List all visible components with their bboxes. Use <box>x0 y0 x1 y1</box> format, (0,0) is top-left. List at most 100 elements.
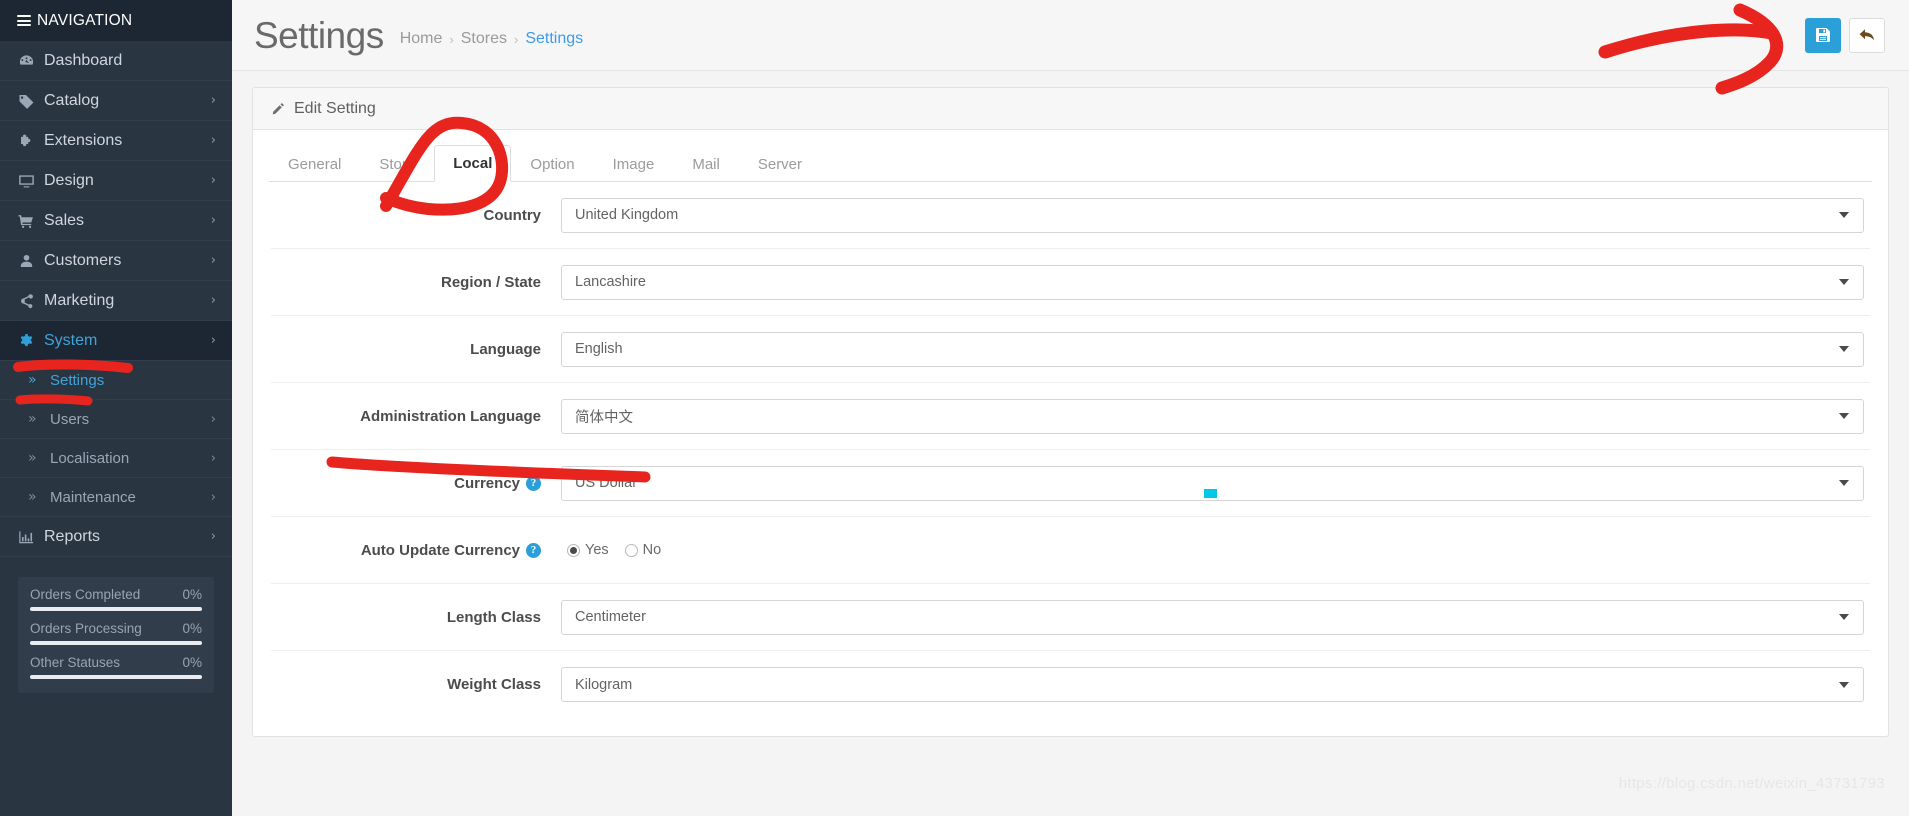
sidebar-item-label: Sales <box>44 211 85 229</box>
sidebar-item-label: Dashboard <box>44 51 123 69</box>
save-button[interactable] <box>1805 17 1841 53</box>
navigation-header[interactable]: NAVIGATION <box>0 0 232 41</box>
tab-option[interactable]: Option <box>511 146 593 182</box>
chevron-down-icon <box>1839 614 1849 620</box>
breadcrumb-item[interactable]: Home <box>400 30 443 48</box>
stat-progress-bar <box>30 607 202 611</box>
form-row-administration-language: Administration Language 简体中文 <box>271 383 1870 450</box>
sidebar-item-dashboard[interactable]: Dashboard <box>0 41 232 81</box>
stat-label: Other Statuses <box>30 655 121 670</box>
sidebar-item-sales[interactable]: Sales › <box>0 201 232 241</box>
sidebar-subitem-settings[interactable]: » Settings <box>0 361 232 400</box>
stat-row: Other Statuses 0% <box>30 655 202 679</box>
page-title: Settings <box>254 14 384 56</box>
auto-update-currency-radio-group: Yes No <box>561 542 1864 558</box>
length-class-control: Centimeter <box>561 599 1870 635</box>
sidebar-item-marketing[interactable]: Marketing › <box>0 281 232 321</box>
tab-mail[interactable]: Mail <box>673 146 739 182</box>
tab-server[interactable]: Server <box>739 146 821 182</box>
tab-general[interactable]: General <box>269 146 360 182</box>
weight-class-select[interactable]: Kilogram <box>561 667 1864 702</box>
sidebar-item-catalog[interactable]: Catalog › <box>0 81 232 121</box>
tag-icon <box>19 94 34 109</box>
sidebar-subitem-users[interactable]: » Users › <box>0 400 232 439</box>
settings-form: Country United Kingdom Region / State Lanca… <box>271 182 1870 718</box>
sidebar-subitem-label: Localisation <box>50 449 130 467</box>
monitor-icon <box>18 173 44 189</box>
tab-local[interactable]: Local <box>434 145 512 182</box>
back-button[interactable] <box>1849 17 1885 53</box>
double-chevron-icon: » <box>28 411 37 427</box>
floppy-disk-icon <box>1816 28 1830 42</box>
radio-button-icon[interactable] <box>567 543 580 557</box>
hamburger-icon[interactable] <box>17 13 31 29</box>
breadcrumb-separator: › <box>513 31 519 47</box>
stat-line: Other Statuses 0% <box>30 655 202 670</box>
tab-store[interactable]: Store <box>360 146 434 182</box>
help-icon[interactable]: ? <box>526 542 541 558</box>
length-class-select[interactable]: Centimeter <box>561 599 1864 635</box>
sidebar-item-customers[interactable]: Customers › <box>0 241 232 281</box>
sidebar-item-extensions[interactable]: Extensions › <box>0 121 232 161</box>
tab-image[interactable]: Image <box>594 146 674 182</box>
administration-language-value: 简体中文 <box>575 409 633 426</box>
watermark: https://blog.csdn.net/weixin_43731793 <box>1618 775 1885 792</box>
user-icon <box>18 253 44 269</box>
reply-arrow-icon <box>1859 29 1875 41</box>
form-row-weight-class: Weight Class Kilogram <box>271 651 1870 718</box>
chevron-right-icon: › <box>210 450 216 466</box>
breadcrumb: Home › Stores › Settings <box>400 30 583 48</box>
stat-row: Orders Processing 0% <box>30 621 202 645</box>
chart-bar-icon <box>18 529 44 545</box>
main-content: Settings Home › Stores › Settings Edit S… <box>232 0 1909 816</box>
chevron-right-icon: › <box>210 93 216 108</box>
sidebar-item-system[interactable]: System › <box>0 321 232 361</box>
radio-label: No <box>642 542 662 558</box>
radio-button-icon[interactable] <box>624 543 638 557</box>
breadcrumb-item[interactable]: Settings <box>525 30 583 48</box>
chevron-right-icon: › <box>210 529 216 544</box>
help-icon[interactable]: ? <box>526 475 541 491</box>
auto-update-currency-control: Yes No <box>561 542 1870 558</box>
language-label-wrap: Language <box>271 341 561 358</box>
panel-header: Edit Setting <box>253 88 1888 130</box>
stat-row: Orders Completed 0% <box>30 587 202 611</box>
country-control: United Kingdom <box>561 197 1870 233</box>
double-chevron-icon: » <box>28 489 37 505</box>
language-select[interactable]: English <box>561 331 1864 367</box>
double-chevron-icon: » <box>28 450 37 466</box>
chevron-down-icon <box>1839 681 1849 688</box>
administration-language-label: Administration Language <box>360 407 541 425</box>
double-chevron-icon: » <box>28 372 37 388</box>
sidebar-subitem-localisation[interactable]: » Localisation › <box>0 439 232 478</box>
length-class-label: Length Class <box>446 608 541 626</box>
stat-value: 0% <box>182 655 202 670</box>
administration-language-label-wrap: Administration Language <box>271 408 561 425</box>
region-state-control: Lancashire <box>561 264 1870 300</box>
region-state-select[interactable]: Lancashire <box>561 264 1864 300</box>
sidebar-subitem-label: Users <box>50 410 90 428</box>
stat-label: Orders Processing <box>30 621 142 636</box>
sidebar-item-design[interactable]: Design › <box>0 161 232 201</box>
sidebar-subitem-maintenance[interactable]: » Maintenance › <box>0 478 232 517</box>
sidebar: NAVIGATION Dashboard Catalog › Extensions › D… <box>0 0 232 816</box>
sidebar-item-reports[interactable]: Reports › <box>0 517 232 557</box>
country-select[interactable]: United Kingdom <box>561 197 1864 233</box>
region-state-label-wrap: Region / State <box>271 274 561 291</box>
breadcrumb-item[interactable]: Stores <box>461 30 507 48</box>
share-icon <box>18 293 44 309</box>
form-row-currency: Currency? US Dollar <box>271 450 1870 517</box>
country-label: Country <box>483 206 542 224</box>
auto-update-currency-option-yes[interactable]: Yes <box>567 542 609 558</box>
auto-update-currency-option-no[interactable]: No <box>624 542 662 558</box>
sidebar-item-label: Design <box>44 171 94 189</box>
chevron-down-icon <box>1839 212 1849 218</box>
administration-language-select[interactable]: 简体中文 <box>561 398 1864 434</box>
gear-icon <box>18 333 44 349</box>
chevron-down-icon <box>1839 413 1849 419</box>
language-control: English <box>561 331 1870 367</box>
cart-icon <box>18 213 44 229</box>
sidebar-item-label: System <box>44 331 98 349</box>
breadcrumb-separator: › <box>449 31 454 47</box>
chevron-right-icon: › <box>210 333 216 348</box>
